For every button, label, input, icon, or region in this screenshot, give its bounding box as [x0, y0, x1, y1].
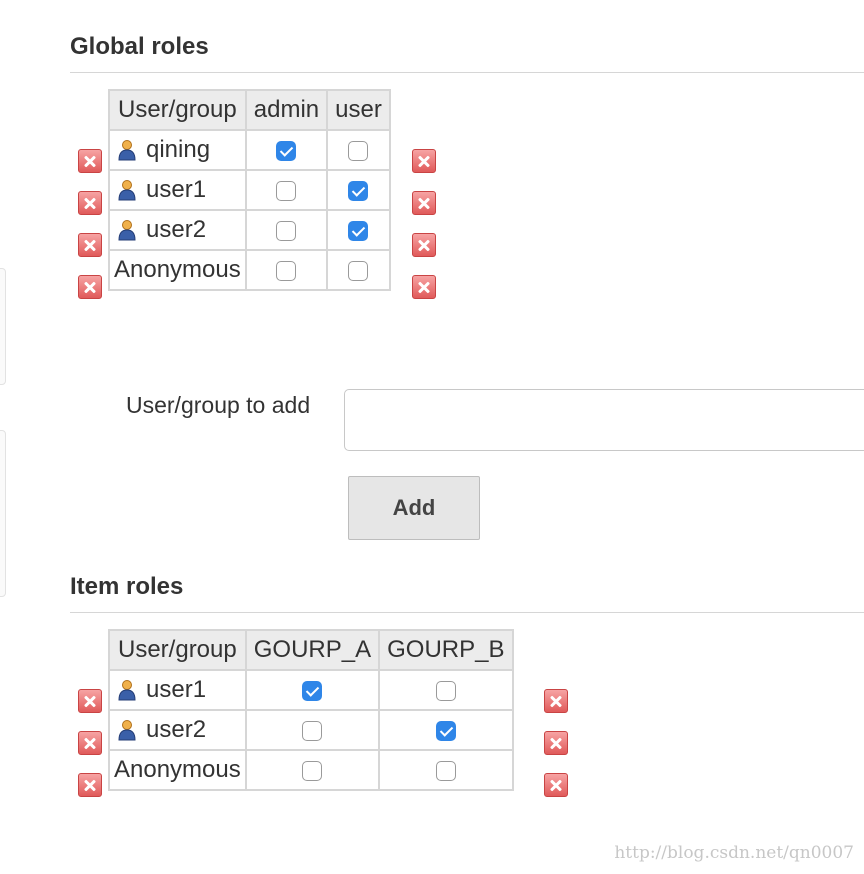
user-icon	[118, 180, 136, 201]
user-name: user1	[146, 676, 207, 703]
delete-row-button[interactable]	[412, 191, 436, 215]
column-header: User/group	[108, 89, 247, 131]
table-row: qining	[108, 129, 391, 171]
role-checkbox[interactable]	[435, 760, 456, 781]
user-icon	[118, 720, 136, 741]
side-panel-fragment	[0, 268, 6, 385]
user-name: Anonymous	[114, 256, 241, 283]
role-checkbox[interactable]	[348, 260, 369, 281]
user-cell: Anonymous	[108, 749, 247, 791]
user-cell: user1	[108, 169, 247, 211]
item-roles-divider	[70, 612, 864, 613]
role-cell	[326, 169, 391, 211]
role-cell	[378, 669, 514, 711]
role-cell	[244, 209, 329, 251]
role-cell	[244, 169, 329, 211]
role-cell	[244, 129, 329, 171]
user-name: user2	[146, 216, 207, 243]
delete-row-button[interactable]	[78, 275, 102, 299]
column-header: User/group	[108, 629, 247, 671]
column-header: user	[326, 89, 391, 131]
table-header-row: User/group GOURP_A GOURP_B	[108, 629, 514, 671]
add-button[interactable]: Add	[348, 476, 480, 540]
role-cell	[378, 709, 514, 751]
role-cell	[378, 749, 514, 791]
global-roles-divider	[70, 72, 864, 73]
user-name: qining	[146, 136, 211, 163]
delete-row-button[interactable]	[412, 233, 436, 257]
role-checkbox[interactable]	[302, 760, 323, 781]
table-row: user1	[108, 669, 514, 711]
delete-row-button[interactable]	[412, 149, 436, 173]
delete-row-button[interactable]	[78, 689, 102, 713]
delete-row-button[interactable]	[412, 275, 436, 299]
role-cell	[326, 209, 391, 251]
role-checkbox[interactable]	[276, 140, 297, 161]
delete-row-button[interactable]	[544, 731, 568, 755]
delete-row-button[interactable]	[78, 731, 102, 755]
role-checkbox[interactable]	[276, 260, 297, 281]
global-roles-title: Global roles	[70, 33, 209, 60]
delete-row-button[interactable]	[78, 773, 102, 797]
role-cell	[244, 749, 381, 791]
role-checkbox[interactable]	[302, 720, 323, 741]
role-checkbox[interactable]	[348, 220, 369, 241]
role-checkbox[interactable]	[276, 220, 297, 241]
user-cell: user2	[108, 709, 247, 751]
global-roles-table: User/group admin user qining user1 user2…	[108, 89, 391, 291]
delete-row-button[interactable]	[544, 773, 568, 797]
item-roles-title: Item roles	[70, 573, 184, 600]
role-strategy-page: Global roles User/group admin user qinin…	[0, 0, 864, 874]
role-checkbox[interactable]	[348, 180, 369, 201]
table-row: user1	[108, 169, 391, 211]
column-header: admin	[244, 89, 329, 131]
role-checkbox[interactable]	[435, 720, 456, 741]
column-header: GOURP_A	[244, 629, 381, 671]
user-name: user2	[146, 716, 207, 743]
user-cell: Anonymous	[108, 249, 247, 291]
user-cell: user2	[108, 209, 247, 251]
table-row: Anonymous	[108, 249, 391, 291]
role-checkbox[interactable]	[348, 140, 369, 161]
delete-row-button[interactable]	[78, 233, 102, 257]
column-header: GOURP_B	[378, 629, 514, 671]
table-header-row: User/group admin user	[108, 89, 391, 131]
user-group-input[interactable]	[344, 389, 864, 451]
role-cell	[244, 709, 381, 751]
role-checkbox[interactable]	[276, 180, 297, 201]
user-name: user1	[146, 176, 207, 203]
role-cell	[326, 249, 391, 291]
delete-row-button[interactable]	[78, 149, 102, 173]
role-checkbox[interactable]	[302, 680, 323, 701]
role-cell	[326, 129, 391, 171]
user-icon	[118, 680, 136, 701]
user-cell: qining	[108, 129, 247, 171]
user-icon	[118, 220, 136, 241]
table-row: user2	[108, 209, 391, 251]
user-cell: user1	[108, 669, 247, 711]
user-icon	[118, 140, 136, 161]
user-name: Anonymous	[114, 756, 241, 783]
item-roles-table: User/group GOURP_A GOURP_B user1 user2 A…	[108, 629, 514, 791]
add-user-label: User/group to add	[126, 392, 311, 418]
role-cell	[244, 669, 381, 711]
delete-row-button[interactable]	[544, 689, 568, 713]
table-row: user2	[108, 709, 514, 751]
role-cell	[244, 249, 329, 291]
side-panel-fragment	[0, 430, 6, 597]
watermark: http://blog.csdn.net/qn0007	[614, 843, 854, 863]
role-checkbox[interactable]	[435, 680, 456, 701]
table-row: Anonymous	[108, 749, 514, 791]
delete-row-button[interactable]	[78, 191, 102, 215]
